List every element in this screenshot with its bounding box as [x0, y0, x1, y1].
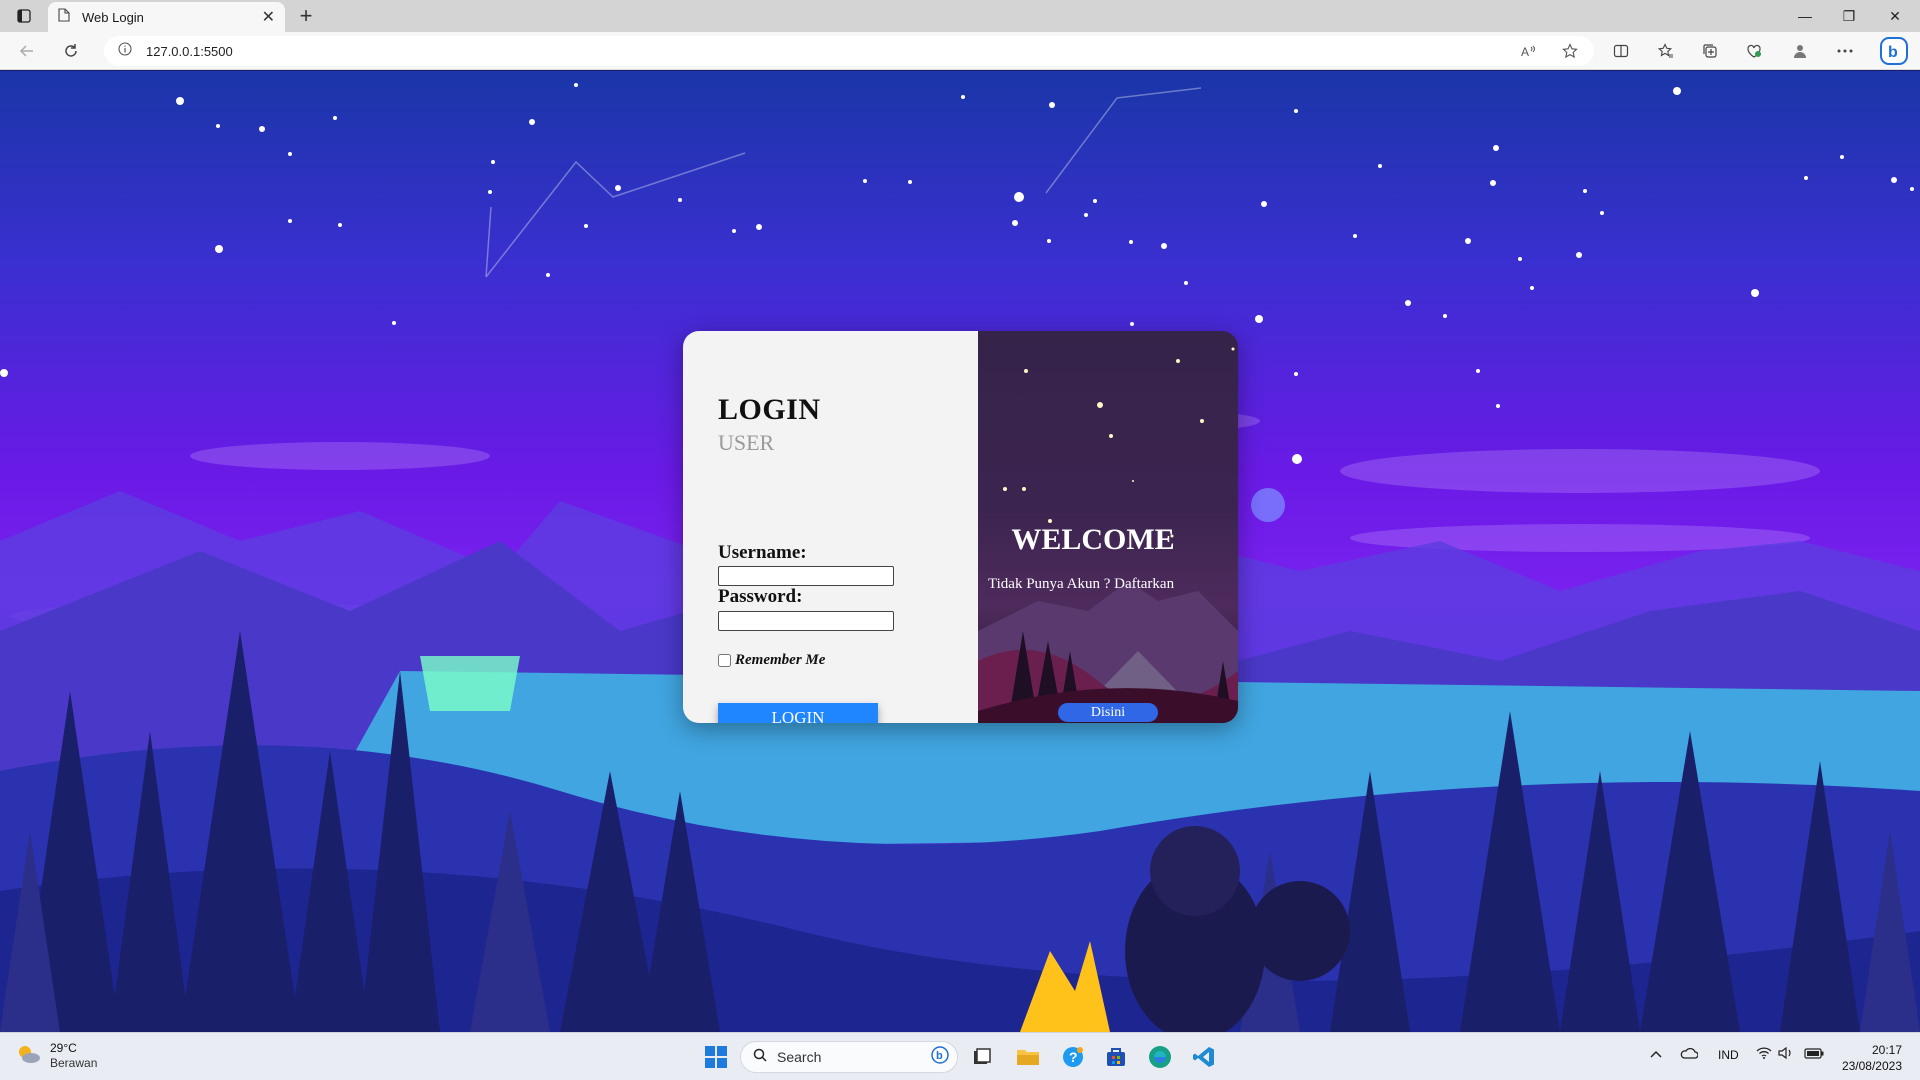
svg-text:b: b	[936, 1050, 943, 1062]
store-icon[interactable]	[1100, 1041, 1132, 1073]
tab-bar: Web Login ✕ + — ❐ ✕	[0, 0, 1920, 32]
profile-icon[interactable]	[1786, 37, 1814, 65]
login-title: LOGIN	[718, 393, 821, 426]
refresh-icon[interactable]	[56, 37, 86, 65]
url-text[interactable]: 127.0.0.1:5500	[146, 44, 233, 59]
split-screen-icon[interactable]	[1607, 37, 1635, 65]
system-clock[interactable]: 20:17 23/08/2023	[1842, 1042, 1902, 1074]
welcome-subtitle: Tidak Punya Akun ? Daftarkan	[988, 576, 1175, 592]
browser-tab[interactable]: Web Login ✕	[48, 2, 285, 32]
remember-me-label: Remember Me	[735, 652, 826, 668]
favorites-icon[interactable]	[1652, 37, 1680, 65]
favorite-star-icon[interactable]	[1556, 37, 1584, 65]
username-field[interactable]	[718, 566, 894, 586]
login-button[interactable]: LOGIN	[718, 703, 878, 723]
volume-icon[interactable]	[1778, 1046, 1794, 1062]
remember-me-checkbox[interactable]	[718, 654, 731, 667]
taskbar: 29°C Berawan Search b ? IND 20:17 23/08/…	[0, 1032, 1920, 1080]
username-label: Username:	[718, 542, 807, 563]
tab-actions-icon[interactable]	[10, 5, 38, 27]
weather-cloudy-icon	[16, 1043, 42, 1070]
minimize-button[interactable]: —	[1783, 0, 1827, 32]
clock-time: 20:17	[1871, 1043, 1902, 1057]
browser-toolbar: 127.0.0.1:5500 A b	[0, 32, 1920, 70]
login-subtitle: USER	[718, 430, 775, 455]
page-viewport: LOGIN USER Username: Password: Remember …	[0, 71, 1920, 1032]
weather-temperature: 29°C	[50, 1041, 77, 1055]
bing-icon: b	[931, 1045, 949, 1069]
login-card: LOGIN USER Username: Password: Remember …	[683, 331, 1238, 723]
address-bar[interactable]: 127.0.0.1:5500	[104, 36, 1594, 66]
browser-essentials-icon[interactable]	[1740, 37, 1768, 65]
password-label: Password:	[718, 586, 803, 607]
edge-icon[interactable]	[1144, 1041, 1176, 1073]
search-placeholder: Search	[777, 1049, 822, 1065]
close-tab-icon[interactable]: ✕	[262, 7, 275, 27]
windows-start-icon[interactable]	[700, 1041, 732, 1073]
close-window-button[interactable]: ✕	[1873, 0, 1917, 32]
taskbar-search[interactable]: Search b	[740, 1041, 958, 1073]
svg-text:?: ?	[1069, 1049, 1078, 1065]
svg-text:b: b	[1888, 44, 1898, 61]
remember-me[interactable]: Remember Me	[718, 652, 825, 669]
page-icon	[58, 7, 70, 27]
more-icon[interactable]	[1831, 37, 1859, 65]
wifi-icon[interactable]	[1756, 1047, 1772, 1062]
tips-icon[interactable]: ?	[1057, 1041, 1089, 1073]
copilot-icon[interactable]: b	[1878, 35, 1910, 67]
vscode-icon[interactable]	[1188, 1041, 1220, 1073]
chevron-up-icon[interactable]	[1650, 1047, 1662, 1061]
password-field[interactable]	[718, 611, 894, 631]
file-explorer-icon[interactable]	[1012, 1041, 1044, 1073]
read-aloud-icon[interactable]: A	[1514, 37, 1542, 65]
tab-title: Web Login	[82, 9, 144, 25]
welcome-panel: WELCOME Tidak Punya Akun ? Daftarkan Dis…	[978, 331, 1238, 723]
welcome-title: WELCOME	[1011, 523, 1175, 556]
weather-widget[interactable]: 29°C Berawan	[16, 1041, 97, 1071]
restore-button[interactable]: ❐	[1827, 0, 1871, 32]
new-tab-button[interactable]: +	[293, 3, 319, 29]
svg-text:A: A	[1521, 45, 1529, 59]
onedrive-icon[interactable]	[1680, 1047, 1699, 1062]
collections-icon[interactable]	[1696, 37, 1724, 65]
search-icon	[753, 1048, 767, 1067]
clock-date: 23/08/2023	[1841, 1059, 1902, 1073]
weather-condition: Berawan	[50, 1056, 98, 1070]
battery-icon[interactable]	[1804, 1047, 1824, 1062]
language-indicator[interactable]: IND	[1718, 1048, 1739, 1062]
task-view-icon[interactable]	[966, 1041, 998, 1073]
register-button[interactable]: Disini	[1058, 703, 1158, 722]
login-panel: LOGIN USER Username: Password: Remember …	[683, 331, 978, 723]
info-icon[interactable]	[118, 41, 132, 61]
back-icon[interactable]	[12, 37, 42, 65]
